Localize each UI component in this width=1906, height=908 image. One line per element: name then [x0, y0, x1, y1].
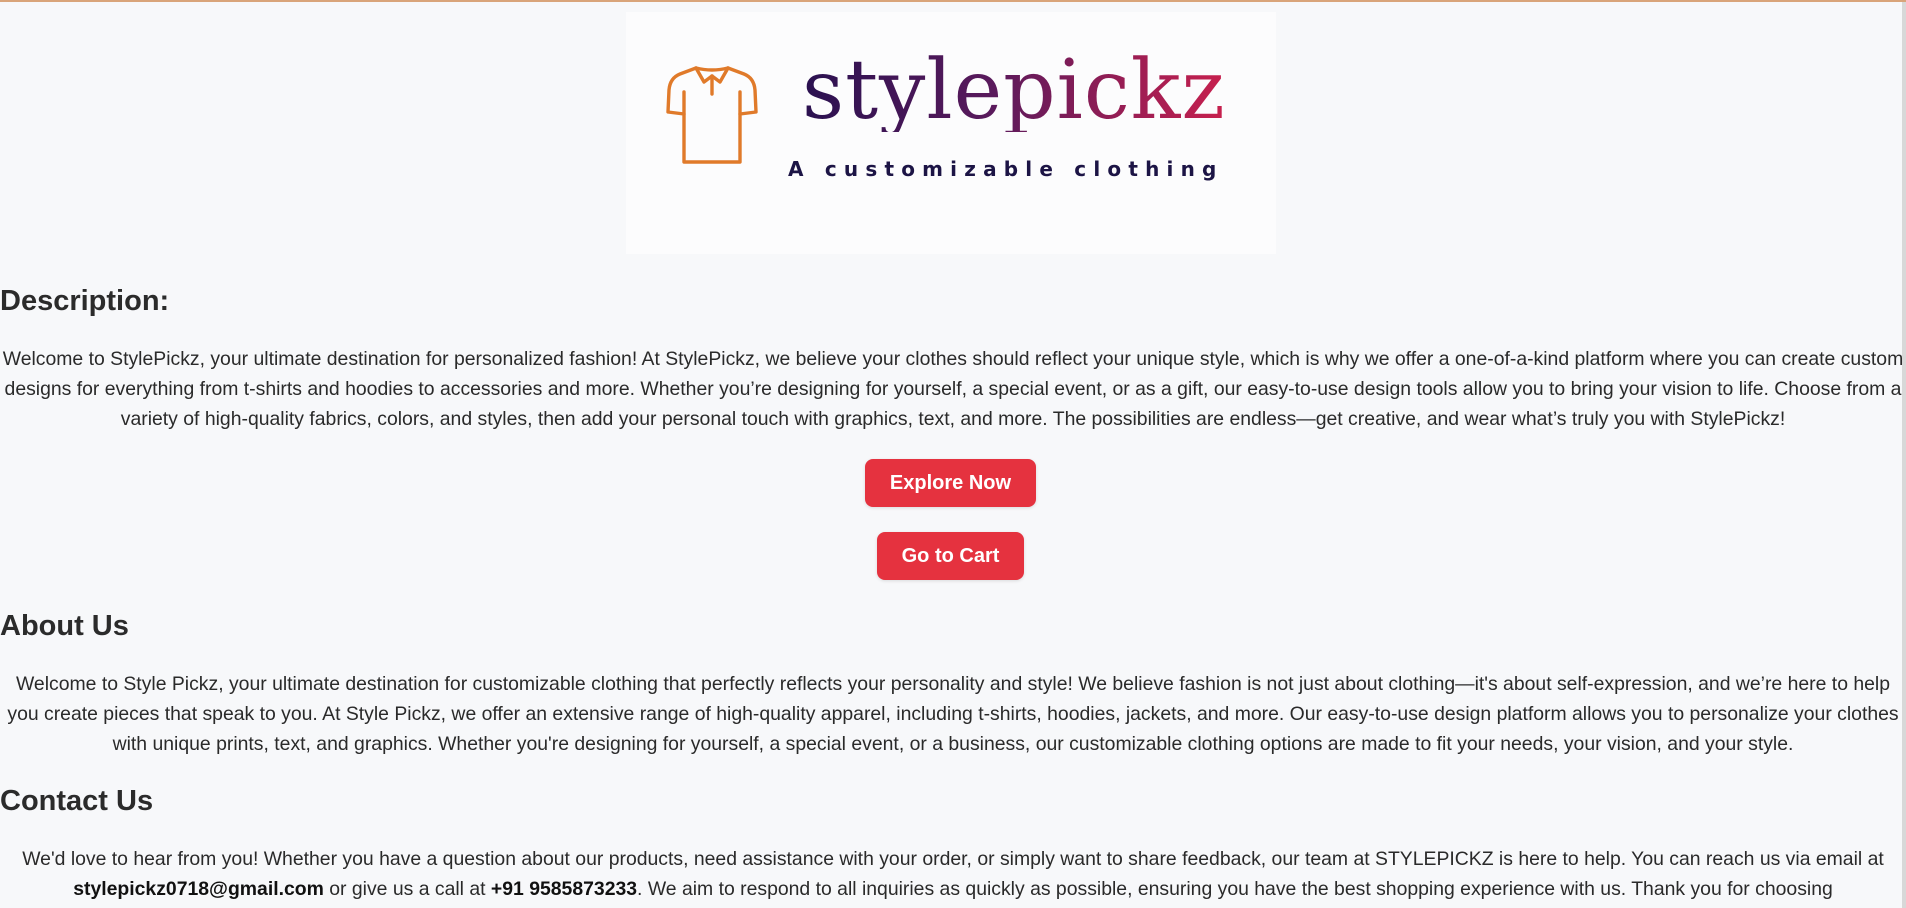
- brand-tagline: A customizable clothing: [788, 157, 1224, 181]
- contact-phone: +91 9585873233: [490, 878, 638, 900]
- description-title: Description:: [0, 285, 170, 317]
- vertical-scrollbar[interactable]: [1902, 2, 1906, 908]
- contact-text-outro: . We aim to respond to all inquiries as …: [637, 878, 1833, 900]
- contact-email: stylepickz0718@gmail.com: [73, 878, 324, 900]
- about-title: About Us: [0, 610, 129, 642]
- description-text: Welcome to StylePickz, your ultimate des…: [2, 348, 1904, 430]
- explore-now-button[interactable]: Explore Now: [865, 459, 1036, 507]
- brand-logo: stylepickz A customizable clothing: [626, 12, 1276, 254]
- tshirt-icon: [666, 66, 758, 164]
- contact-title: Contact Us: [0, 785, 154, 817]
- contact-text-mid: or give us a call at: [323, 878, 491, 900]
- go-to-cart-button[interactable]: Go to Cart: [877, 532, 1024, 580]
- contact-text-intro: We'd love to hear from you! Whether you …: [22, 848, 1884, 870]
- contact-text: We'd love to hear from you! Whether you …: [0, 844, 1906, 904]
- about-text: Welcome to Style Pickz, your ultimate de…: [7, 673, 1899, 755]
- brand-name: stylepickz: [802, 43, 1226, 138]
